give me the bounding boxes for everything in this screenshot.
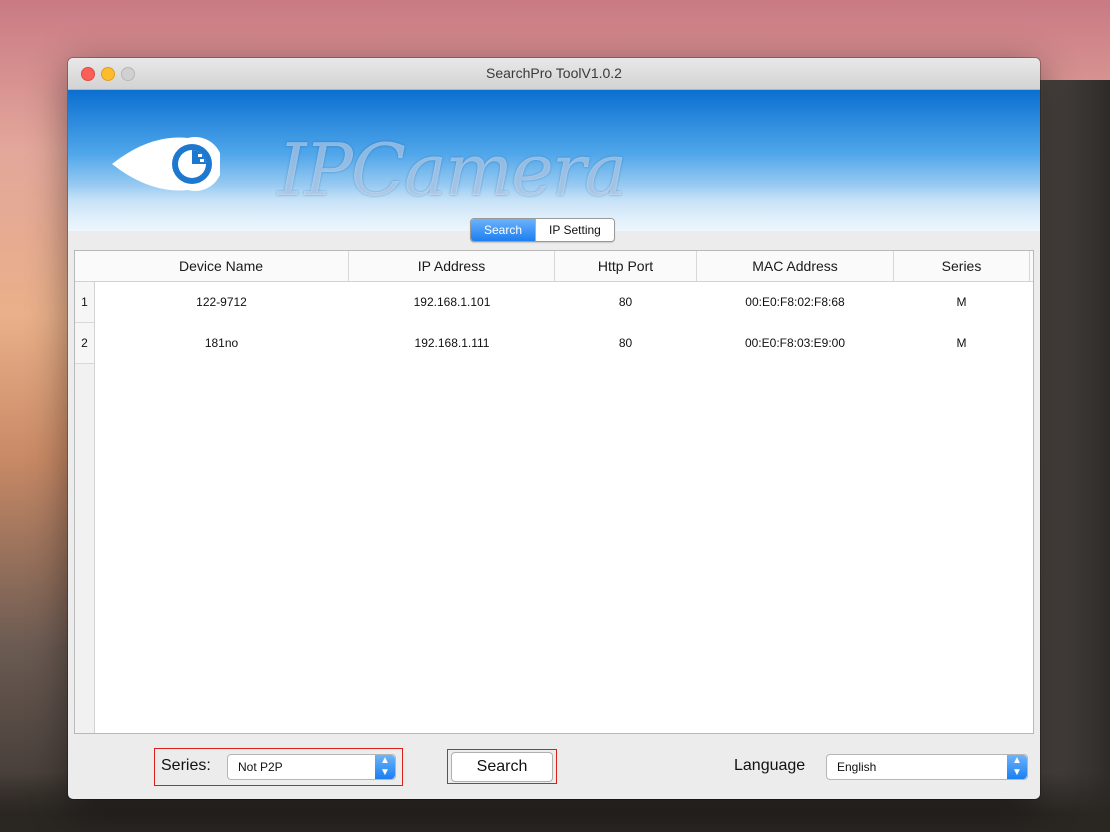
footer-bar: Series: Not P2P ▲ ▼ Search Language Engli… xyxy=(68,738,1040,799)
cell-ip-address: 192.168.1.111 xyxy=(414,336,490,350)
select-stepper-icon[interactable]: ▲ ▼ xyxy=(1007,755,1027,779)
table-row[interactable]: 181no 192.168.1.111 80 00:E0:F8:03:E9:00… xyxy=(95,323,1031,363)
select-stepper-icon[interactable]: ▲ ▼ xyxy=(375,755,395,779)
col-header-http-port[interactable]: Http Port xyxy=(555,251,697,281)
col-header-mac-address[interactable]: MAC Address xyxy=(697,251,894,281)
row-number-column: 1 2 xyxy=(75,282,95,733)
row-number[interactable]: 2 xyxy=(75,323,94,364)
language-label: Language xyxy=(734,757,806,774)
window-title: SearchPro ToolV1.0.2 xyxy=(486,65,622,81)
cell-series: M xyxy=(956,336,967,350)
cell-mac-address: 00:E0:F8:03:E9:00 xyxy=(744,336,846,350)
cell-http-port: 80 xyxy=(618,295,633,309)
eye-logo-icon xyxy=(112,137,220,191)
header-banner: IPCamera xyxy=(68,90,1040,231)
cell-mac-address: 00:E0:F8:02:F8:68 xyxy=(745,295,845,309)
language-select-value: English xyxy=(837,760,877,774)
brand-wordmark: IPCamera xyxy=(278,128,627,212)
col-header-ip-address[interactable]: IP Address xyxy=(349,251,555,281)
row-number[interactable]: 1 xyxy=(75,282,94,323)
col-header-series[interactable]: Series xyxy=(894,251,1030,281)
series-select[interactable]: Not P2P ▲ ▼ xyxy=(227,754,396,780)
tab-search[interactable]: Search xyxy=(471,219,536,241)
cell-http-port: 80 xyxy=(618,336,633,350)
tab-ip-setting[interactable]: IP Setting xyxy=(535,219,614,241)
app-window: SearchPro ToolV1.0.2 IPCamera Search IP … xyxy=(68,58,1040,799)
table-row[interactable]: 122-9712 192.168.1.101 80 00:E0:F8:02:F8… xyxy=(95,282,1031,322)
cell-series: M xyxy=(956,295,967,309)
col-header-device-name[interactable]: Device Name xyxy=(94,251,349,281)
cell-device-name: 181no xyxy=(204,336,239,350)
series-label: Series: xyxy=(161,757,211,774)
search-button[interactable]: Search xyxy=(451,752,553,782)
title-bar: SearchPro ToolV1.0.2 xyxy=(68,58,1040,90)
device-table: Device Name IP Address Http Port MAC Add… xyxy=(74,250,1034,734)
cell-ip-address: 192.168.1.101 xyxy=(413,295,491,309)
series-select-value: Not P2P xyxy=(238,760,283,774)
table-header: Device Name IP Address Http Port MAC Add… xyxy=(75,251,1033,282)
language-select[interactable]: English ▲ ▼ xyxy=(826,754,1028,780)
tab-bar: Search IP Setting xyxy=(470,218,615,242)
cell-device-name: 122-9712 xyxy=(196,295,247,309)
